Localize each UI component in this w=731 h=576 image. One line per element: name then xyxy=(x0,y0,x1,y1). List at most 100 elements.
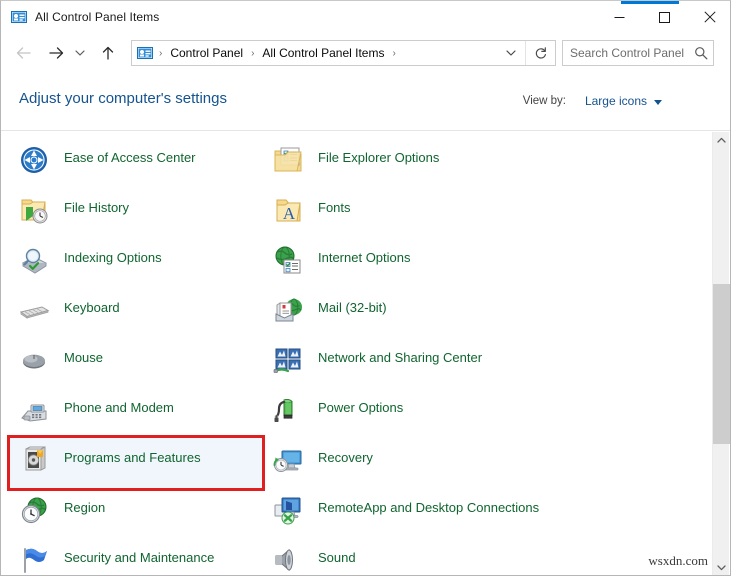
control-panel-item-internet-options[interactable]: Internet Options xyxy=(264,238,564,288)
arrow-right-icon xyxy=(47,45,65,61)
refresh-icon xyxy=(534,46,548,60)
view-by-label: View by: xyxy=(523,95,566,107)
control-panel-item-label: File History xyxy=(64,194,129,217)
magnifier-icon xyxy=(694,46,708,60)
mouse-icon xyxy=(18,344,50,376)
control-panel-item-mouse[interactable]: Mouse xyxy=(10,338,262,388)
control-panel-item-label: File Explorer Options xyxy=(318,144,439,167)
power-options-icon xyxy=(272,394,304,426)
chevron-down-icon[interactable] xyxy=(654,100,662,105)
items-panel: Ease of Access Center File Explorer Opti… xyxy=(2,132,714,576)
control-panel-item-recovery[interactable]: Recovery xyxy=(264,438,564,488)
arrow-left-icon xyxy=(15,45,33,61)
control-panel-item-sound[interactable]: Sound xyxy=(264,538,564,576)
scroll-up-button[interactable] xyxy=(713,132,730,149)
control-panel-item-fonts[interactable]: A Fonts xyxy=(264,188,564,238)
control-panel-item-file-history[interactable]: File History xyxy=(10,188,262,238)
network-sharing-icon xyxy=(272,344,304,376)
forward-button[interactable] xyxy=(43,40,69,66)
minimize-button[interactable] xyxy=(597,1,642,33)
page-title: Adjust your computer's settings xyxy=(19,90,227,107)
control-panel-item-label: Region xyxy=(64,494,105,517)
sound-icon xyxy=(272,544,304,576)
control-panel-item-label: Mail (32-bit) xyxy=(318,294,387,317)
search-icon[interactable] xyxy=(689,41,713,65)
control-panel-item-security-and-maintenance[interactable]: Security and Maintenance xyxy=(10,538,262,576)
control-panel-item-label: Recovery xyxy=(318,444,373,467)
svg-text:A: A xyxy=(283,204,296,223)
maximize-icon xyxy=(659,12,670,23)
recovery-icon xyxy=(272,444,304,476)
control-panel-item-label: Indexing Options xyxy=(64,244,162,267)
address-bar[interactable]: › Control Panel › All Control Panel Item… xyxy=(131,40,556,66)
control-panel-item-network-and-sharing-center[interactable]: Network and Sharing Center xyxy=(264,338,564,388)
watermark: wsxdn.com xyxy=(648,553,708,569)
security-maintenance-icon xyxy=(18,544,50,576)
internet-options-icon xyxy=(272,244,304,276)
caret-down-icon xyxy=(717,564,726,571)
keyboard-icon xyxy=(18,294,50,326)
control-panel-item-label: Fonts xyxy=(318,194,351,217)
view-by-dropdown[interactable]: Large icons xyxy=(585,94,647,108)
control-panel-item-remoteapp-and-desktop-connections[interactable]: RemoteApp and Desktop Connections xyxy=(264,488,564,538)
control-panel-item-label: Programs and Features xyxy=(64,444,201,467)
title-bar: All Control Panel Items xyxy=(1,1,731,33)
scroll-down-button[interactable] xyxy=(713,559,730,576)
control-panel-item-file-explorer-options[interactable]: File Explorer Options xyxy=(264,138,564,188)
fonts-icon: A xyxy=(272,194,304,226)
control-panel-item-label: Power Options xyxy=(318,394,403,417)
breadcrumb-separator: › xyxy=(245,48,260,59)
control-panel-item-label: Network and Sharing Center xyxy=(318,344,482,367)
back-button[interactable] xyxy=(11,40,37,66)
caption-buttons xyxy=(597,1,731,33)
control-panel-item-phone-and-modem[interactable]: Phone and Modem xyxy=(10,388,262,438)
file-explorer-options-icon xyxy=(272,144,304,176)
control-panel-item-label: Keyboard xyxy=(64,294,120,317)
control-panel-item-label: Internet Options xyxy=(318,244,411,267)
up-button[interactable] xyxy=(95,40,121,66)
control-panel-item-label: Sound xyxy=(318,544,356,567)
scrollbar-thumb[interactable] xyxy=(713,284,730,444)
arrow-up-icon xyxy=(100,45,116,61)
control-panel-item-programs-and-features[interactable]: Programs and Features xyxy=(10,438,262,488)
breadcrumb-separator: › xyxy=(386,48,401,59)
control-panel-item-label: Mouse xyxy=(64,344,103,367)
close-icon xyxy=(704,11,716,23)
search-input[interactable]: Search Control Panel xyxy=(563,46,689,60)
recent-locations-button[interactable] xyxy=(71,40,89,66)
breadcrumb-separator: › xyxy=(153,48,168,59)
control-panel-item-mail-32-bit[interactable]: Mail (32-bit) xyxy=(264,288,564,338)
refresh-button[interactable] xyxy=(525,41,555,65)
address-dropdown-button[interactable] xyxy=(499,41,523,65)
maximize-button[interactable] xyxy=(642,1,687,33)
file-history-icon xyxy=(18,194,50,226)
header-band: Adjust your computer's settings View by:… xyxy=(1,73,731,131)
navigation-bar: › Control Panel › All Control Panel Item… xyxy=(1,33,731,73)
control-panel-item-region[interactable]: Region xyxy=(10,488,262,538)
breadcrumb-item-all-control-panel-items[interactable]: All Control Panel Items xyxy=(260,46,386,60)
control-panel-item-label: Ease of Access Center xyxy=(64,144,196,167)
control-panel-icon xyxy=(11,9,27,25)
ease-of-access-icon xyxy=(18,144,50,176)
caret-up-icon xyxy=(717,137,726,144)
control-panel-item-label: Phone and Modem xyxy=(64,394,174,417)
control-panel-item-keyboard[interactable]: Keyboard xyxy=(10,288,262,338)
control-panel-item-label: Security and Maintenance xyxy=(64,544,214,567)
search-box[interactable]: Search Control Panel xyxy=(562,40,714,66)
control-panel-window: All Control Panel Items xyxy=(0,0,731,576)
programs-features-icon xyxy=(18,444,50,476)
mail-icon xyxy=(272,294,304,326)
control-panel-item-indexing-options[interactable]: Indexing Options xyxy=(10,238,262,288)
region-icon xyxy=(18,494,50,526)
phone-modem-icon xyxy=(18,394,50,426)
minimize-icon xyxy=(614,12,625,23)
vertical-scrollbar[interactable] xyxy=(712,132,729,576)
control-panel-item-ease-of-access-center[interactable]: Ease of Access Center xyxy=(10,138,262,188)
chevron-down-icon xyxy=(505,48,517,58)
window-title: All Control Panel Items xyxy=(35,10,159,24)
control-panel-icon xyxy=(137,45,153,61)
control-panel-item-label: RemoteApp and Desktop Connections xyxy=(318,494,539,517)
close-button[interactable] xyxy=(687,1,731,33)
breadcrumb-item-control-panel[interactable]: Control Panel xyxy=(168,46,245,60)
control-panel-item-power-options[interactable]: Power Options xyxy=(264,388,564,438)
